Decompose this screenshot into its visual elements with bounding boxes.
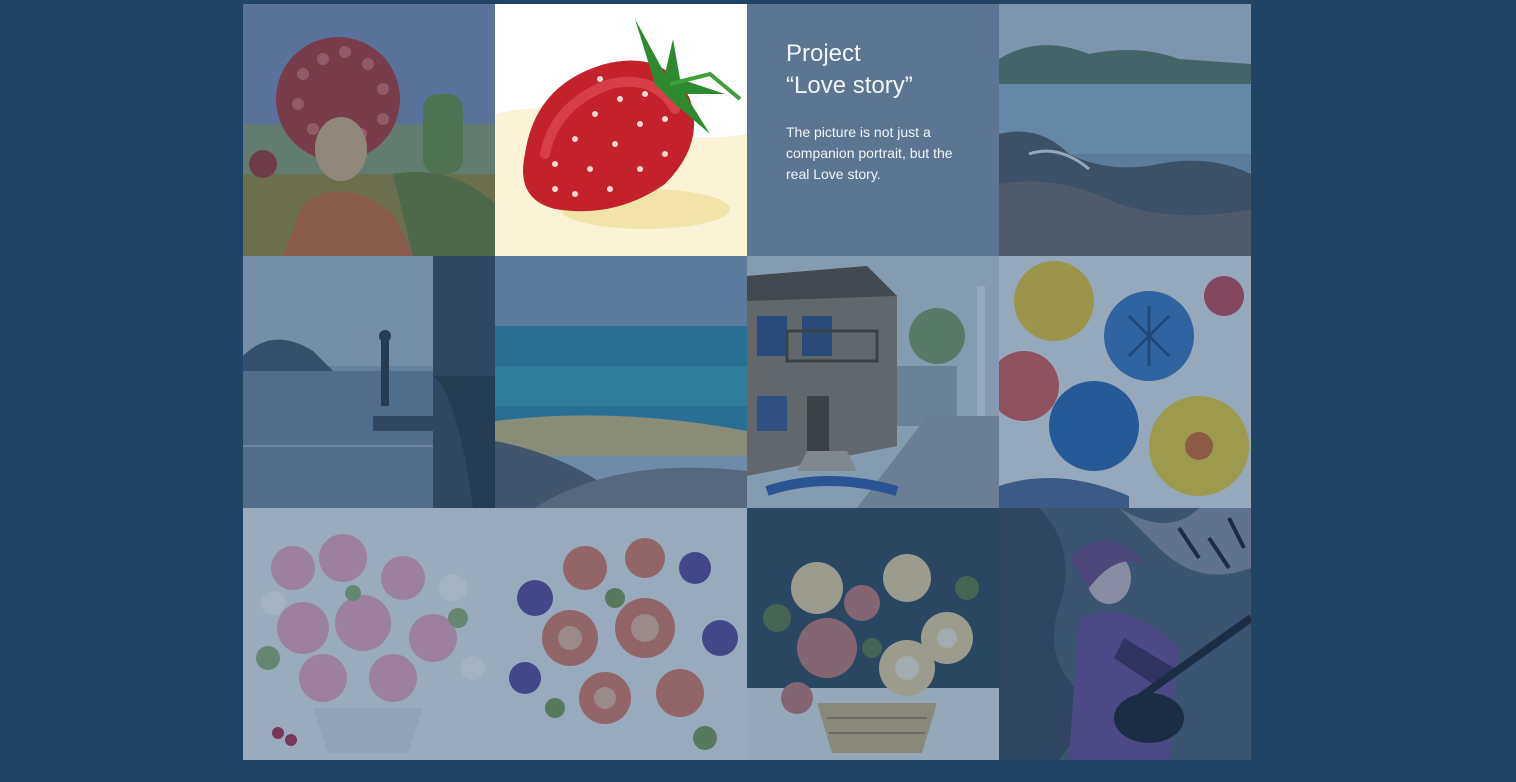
basket-painting	[747, 508, 999, 760]
gallery-tile-strawberry[interactable]	[495, 4, 747, 256]
gallery-tile-rocky-coast[interactable]	[999, 4, 1251, 256]
project-title-line2: “Love story”	[786, 72, 913, 99]
gallery-tile-street[interactable]	[747, 256, 999, 508]
bouquet-painting	[495, 508, 747, 760]
gallery-tile-roses[interactable]	[243, 508, 495, 760]
gallery-tile-guitar-girl[interactable]	[999, 508, 1251, 760]
project-description: The picture is not just a companion port…	[786, 124, 953, 182]
street-painting	[747, 256, 999, 508]
abstract-flowers-painting	[999, 256, 1251, 508]
project-info-panel: Project “Love story” The picture is not …	[747, 4, 999, 256]
gallery-grid: Project “Love story” The picture is not …	[243, 4, 1251, 760]
project-title: Project “Love story”	[786, 38, 961, 102]
roses-painting	[243, 508, 495, 760]
gallery-tile-basket[interactable]	[747, 508, 999, 760]
gallery-tile-bouquet[interactable]	[495, 508, 747, 760]
project-title-line1: Project	[786, 40, 861, 67]
rocky-coast-painting	[999, 4, 1251, 256]
strawberry-painting	[495, 4, 747, 256]
gallery-tile-fisherman[interactable]	[243, 256, 495, 508]
gallery-tile-sea[interactable]	[495, 256, 747, 508]
sea-painting	[495, 256, 747, 508]
portrait-painting	[243, 4, 495, 256]
gallery-tile-portrait[interactable]	[243, 4, 495, 256]
guitar-girl-painting	[999, 508, 1251, 760]
gallery-tile-abstract[interactable]	[999, 256, 1251, 508]
fisherman-painting	[243, 256, 495, 508]
